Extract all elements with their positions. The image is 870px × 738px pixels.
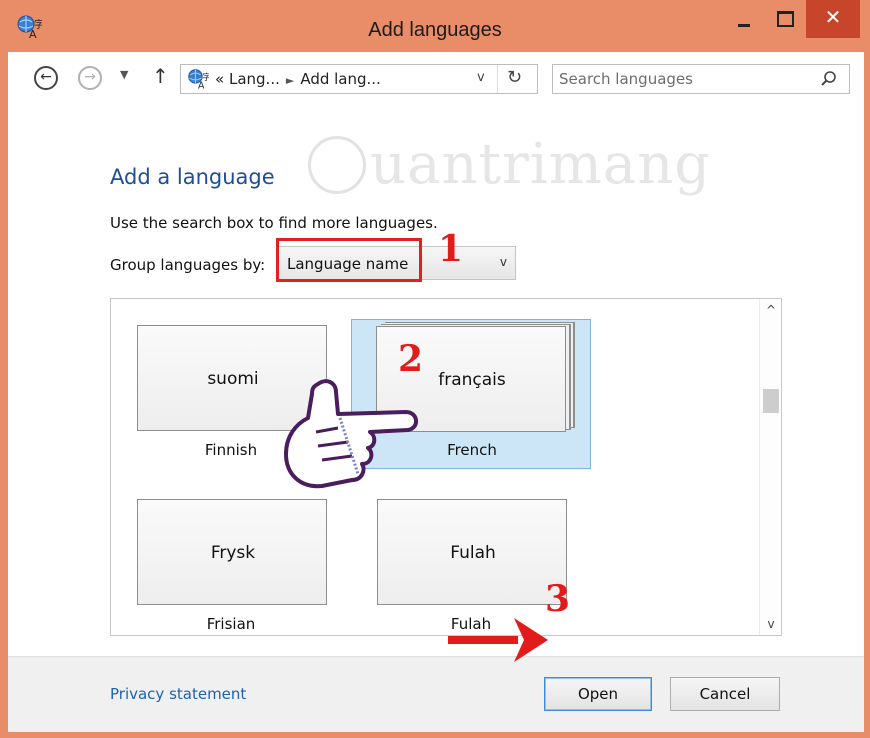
page-title: Add a language	[110, 165, 275, 189]
help-text: Use the search box to find more language…	[110, 214, 438, 232]
address-dropdown-button[interactable]: v	[477, 70, 485, 85]
search-icon[interactable]	[819, 69, 839, 89]
close-button[interactable]: ✕	[806, 0, 860, 38]
navigation-bar: ← → ▼ ↑ A 字 « Lang... ► Add lang... v ↻	[8, 52, 864, 104]
breadcrumb: « Lang... ► Add lang...	[215, 70, 381, 88]
back-button[interactable]: ←	[34, 66, 58, 90]
scroll-up-button[interactable]: ^	[760, 303, 781, 317]
svg-text:字: 字	[202, 72, 209, 82]
breadcrumb-item-language[interactable]: Lang...	[229, 70, 280, 88]
forward-button[interactable]: →	[78, 66, 102, 90]
scroll-down-button[interactable]: v	[760, 617, 781, 631]
title-bar: A 字 Add languages ✕	[0, 0, 870, 52]
language-native-name: Fulah	[450, 543, 496, 563]
pointing-hand-icon	[284, 379, 418, 489]
search-input[interactable]	[559, 68, 809, 90]
window: A 字 Add languages ✕ ← → ▼ ↑ A 字 «	[0, 0, 870, 738]
language-item-frisian[interactable]: Frysk Frisian	[111, 493, 351, 635]
red-arrow-icon	[448, 618, 548, 662]
privacy-statement-link[interactable]: Privacy statement	[110, 685, 246, 703]
watermark-text: uantrimang	[370, 132, 712, 197]
watermark-bulb-icon	[308, 136, 366, 194]
dialog-footer: Privacy statement Open Cancel	[8, 656, 864, 732]
address-bar[interactable]: A 字 « Lang... ► Add lang... v ↻	[180, 64, 538, 94]
cancel-button[interactable]: Cancel	[670, 677, 780, 711]
breadcrumb-separator: ►	[285, 74, 295, 87]
chevron-down-icon: v	[499, 255, 507, 269]
up-button[interactable]: ↑	[152, 64, 169, 88]
scroll-thumb[interactable]	[763, 389, 779, 413]
group-by-label: Group languages by:	[110, 256, 266, 274]
annotation-step-1: 1	[438, 228, 464, 270]
open-button[interactable]: Open	[544, 677, 652, 711]
language-tile: Frysk	[137, 499, 327, 605]
language-globe-icon: A 字	[188, 69, 209, 90]
maximize-button[interactable]	[770, 0, 800, 36]
language-native-name: Frysk	[210, 543, 256, 563]
language-english-name: Frisian	[206, 615, 256, 633]
recent-locations-button[interactable]: ▼	[120, 68, 128, 81]
search-box	[552, 64, 850, 94]
annotation-highlight-box	[276, 238, 422, 282]
breadcrumb-item-add-languages[interactable]: Add lang...	[300, 70, 381, 88]
language-list: suomi Finnish français French Frysk Fris…	[110, 298, 782, 636]
client-area: ← → ▼ ↑ A 字 « Lang... ► Add lang... v ↻	[8, 52, 864, 732]
minimize-button[interactable]	[730, 0, 760, 36]
address-divider	[497, 65, 498, 93]
list-scrollbar[interactable]: ^ v	[759, 299, 781, 635]
breadcrumb-overflow[interactable]: «	[215, 70, 224, 88]
refresh-button[interactable]: ↻	[507, 67, 522, 88]
language-tile: Fulah	[377, 499, 567, 605]
